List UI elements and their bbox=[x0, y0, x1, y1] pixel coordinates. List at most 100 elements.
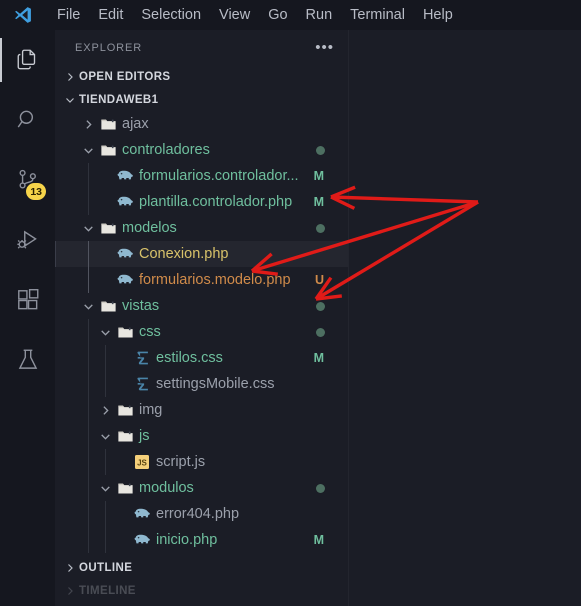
folder-open-icon bbox=[97, 293, 119, 319]
folder-open-icon bbox=[97, 137, 119, 163]
tree-item-label: script.js bbox=[156, 454, 206, 470]
tree-item-label: modulos bbox=[139, 480, 194, 496]
tree-item-label: vistas bbox=[122, 298, 160, 314]
project-root-label: TIENDAWEB1 bbox=[79, 93, 159, 106]
tree-file-row[interactable]: error404.php bbox=[55, 501, 348, 527]
git-status-badge: M bbox=[313, 169, 324, 183]
chevron-down-icon[interactable] bbox=[97, 475, 114, 501]
menu-go[interactable]: Go bbox=[259, 4, 296, 26]
folder-change-dot bbox=[316, 327, 325, 337]
chevron-down-icon[interactable] bbox=[80, 215, 97, 241]
folder-change-dot bbox=[316, 301, 325, 311]
menu-file[interactable]: File bbox=[48, 4, 89, 26]
tree-item-label: settingsMobile.css bbox=[156, 376, 275, 392]
tree-item-label: img bbox=[139, 402, 163, 418]
git-status-badge: M bbox=[313, 533, 324, 547]
file-tree: ajax controladores formularios.controlador… bbox=[55, 111, 348, 553]
beaker-icon bbox=[15, 347, 41, 373]
tree-folder-row[interactable]: controladores bbox=[55, 137, 348, 163]
js-icon: JS bbox=[131, 449, 153, 475]
folder-icon bbox=[97, 111, 119, 137]
tree-file-row[interactable]: plantilla.controlador.php M bbox=[55, 189, 348, 215]
tree-indent-guide bbox=[88, 319, 89, 553]
section-project-root[interactable]: TIENDAWEB1 bbox=[55, 88, 348, 111]
tree-item-label: formularios.controlador... bbox=[139, 168, 299, 184]
tree-item-label: controladores bbox=[122, 142, 210, 158]
section-open-editors-label: OPEN EDITORS bbox=[79, 70, 171, 83]
menu-run[interactable]: Run bbox=[297, 4, 342, 26]
git-status-badge: U bbox=[314, 273, 324, 287]
menu-selection[interactable]: Selection bbox=[132, 4, 210, 26]
folder-change-dot bbox=[316, 145, 325, 155]
tree-indent-guide bbox=[88, 163, 89, 215]
tree-item-label: css bbox=[139, 324, 161, 340]
section-timeline-label: TIMELINE bbox=[79, 584, 136, 597]
chevron-down-icon[interactable] bbox=[97, 319, 114, 345]
editor-area bbox=[348, 30, 581, 606]
search-icon bbox=[15, 107, 41, 133]
tree-folder-row[interactable]: modelos bbox=[55, 215, 348, 241]
title-bar: File Edit Selection View Go Run Terminal… bbox=[0, 0, 581, 30]
activity-item-source-control[interactable]: 13 bbox=[0, 150, 55, 210]
chevron-right-icon[interactable] bbox=[80, 111, 97, 137]
activity-item-run-and-debug[interactable] bbox=[0, 210, 55, 270]
css-icon bbox=[131, 345, 153, 371]
folder-open-icon bbox=[114, 319, 136, 345]
tree-file-row[interactable]: inicio.php M bbox=[55, 527, 348, 553]
folder-open-icon bbox=[114, 475, 136, 501]
tree-folder-row[interactable]: vistas bbox=[55, 293, 348, 319]
menu-terminal[interactable]: Terminal bbox=[341, 4, 414, 26]
chevron-down-icon[interactable] bbox=[97, 423, 114, 449]
chevron-right-icon[interactable] bbox=[97, 397, 114, 423]
tree-item-label: ajax bbox=[122, 116, 149, 132]
activity-item-extensions[interactable] bbox=[0, 270, 55, 330]
folder-open-icon bbox=[97, 215, 119, 241]
menu-bar: File Edit Selection View Go Run Terminal… bbox=[48, 4, 462, 26]
section-timeline[interactable]: TIMELINE bbox=[55, 579, 348, 602]
ellipsis-icon[interactable]: ••• bbox=[315, 40, 334, 55]
chevron-down-icon bbox=[63, 93, 77, 107]
tree-folder-row[interactable]: css bbox=[55, 319, 348, 345]
chevron-down-icon[interactable] bbox=[80, 293, 97, 319]
chevron-right-icon bbox=[63, 584, 77, 598]
run-debug-icon bbox=[15, 227, 41, 253]
activity-bar: 13 bbox=[0, 30, 55, 606]
tree-file-row[interactable]: settingsMobile.css bbox=[55, 371, 348, 397]
chevron-down-icon[interactable] bbox=[80, 137, 97, 163]
tree-file-row[interactable]: formularios.controlador... M bbox=[55, 163, 348, 189]
tree-file-row[interactable]: estilos.css M bbox=[55, 345, 348, 371]
tree-item-label: modelos bbox=[122, 220, 177, 236]
tree-file-row[interactable]: Conexion.php bbox=[55, 241, 348, 267]
folder-icon bbox=[114, 397, 136, 423]
tree-item-label: formularios.modelo.php bbox=[139, 272, 291, 288]
menu-view[interactable]: View bbox=[210, 4, 259, 26]
activity-item-search[interactable] bbox=[0, 90, 55, 150]
menu-edit[interactable]: Edit bbox=[89, 4, 132, 26]
git-status-badge: M bbox=[313, 195, 324, 209]
vscode-window: File Edit Selection View Go Run Terminal… bbox=[0, 0, 581, 606]
tree-file-row[interactable]: formularios.modelo.php U bbox=[55, 267, 348, 293]
menu-help[interactable]: Help bbox=[414, 4, 462, 26]
section-outline[interactable]: OUTLINE bbox=[55, 556, 348, 579]
tree-item-label: Conexion.php bbox=[139, 246, 229, 262]
php-icon bbox=[114, 267, 136, 293]
tree-item-label: plantilla.controlador.php bbox=[139, 194, 293, 210]
tree-folder-row[interactable]: js bbox=[55, 423, 348, 449]
svg-text:JS: JS bbox=[137, 459, 147, 468]
section-open-editors[interactable]: OPEN EDITORS bbox=[55, 65, 348, 88]
activity-item-testing[interactable] bbox=[0, 330, 55, 390]
tree-file-row[interactable]: JS script.js bbox=[55, 449, 348, 475]
tree-folder-row[interactable]: img bbox=[55, 397, 348, 423]
tree-indent-guide bbox=[88, 241, 89, 293]
tree-folder-row[interactable]: ajax bbox=[55, 111, 348, 137]
php-icon bbox=[114, 241, 136, 267]
php-icon bbox=[131, 527, 153, 553]
activity-item-explorer[interactable] bbox=[0, 30, 55, 90]
folder-open-icon bbox=[114, 423, 136, 449]
tree-folder-row[interactable]: modulos bbox=[55, 475, 348, 501]
